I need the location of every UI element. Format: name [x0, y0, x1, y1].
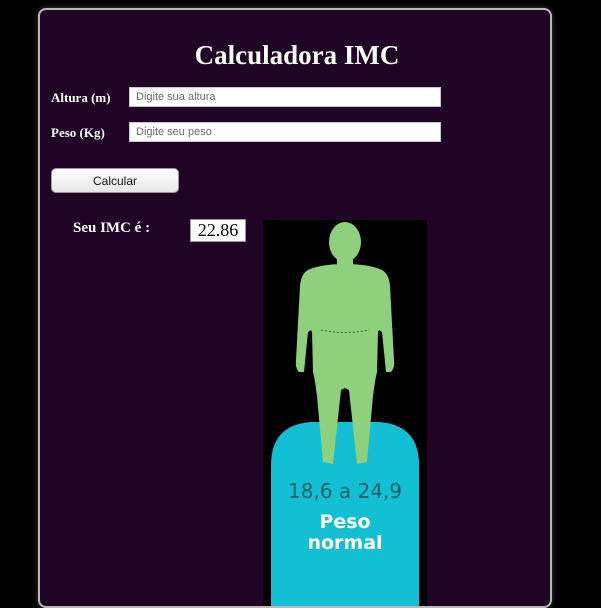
imc-result-label: Seu IMC é : [73, 220, 151, 236]
imc-result-value: 22.86 [190, 219, 246, 242]
bmi-category-text: Peso normal [307, 511, 383, 554]
peso-label: Peso (Kg) [51, 125, 105, 140]
calcular-button[interactable]: Calcular [51, 168, 179, 193]
page-title: Calculadora IMC [194, 40, 400, 70]
altura-input[interactable] [129, 87, 441, 107]
calculator-panel: Calculadora IMC Altura (m) Peso (Kg) Cal… [38, 8, 552, 608]
bmi-range-text: 18,6 a 24,9 [287, 479, 403, 503]
bmi-category-figure: 18,6 a 24,9 Peso normal [263, 220, 427, 606]
peso-input[interactable] [129, 122, 441, 142]
altura-label: Altura (m) [51, 90, 111, 105]
